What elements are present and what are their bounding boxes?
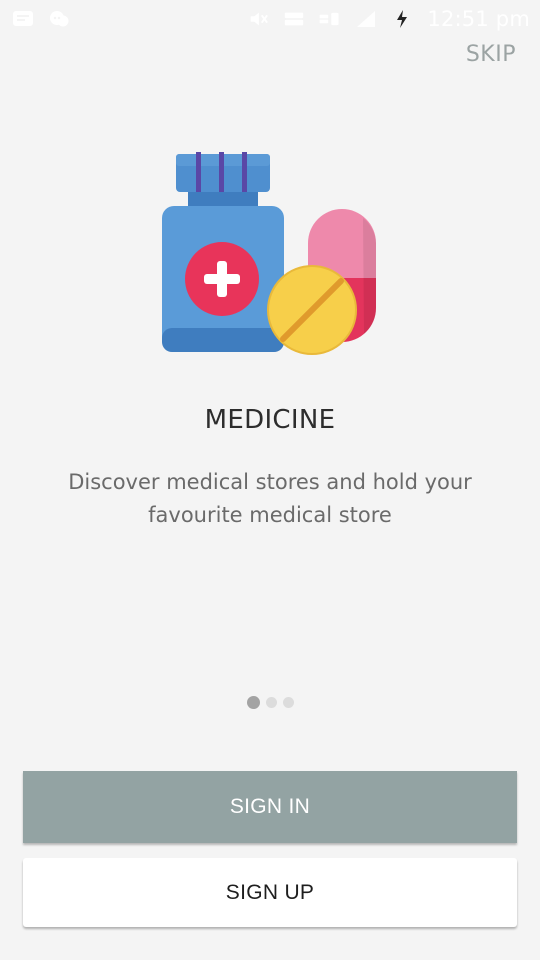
onboarding-screen: 12:51 pm SKIP MEDICINE Discover medical … [0, 0, 540, 960]
message-icon [12, 9, 34, 29]
skip-button[interactable]: SKIP [466, 42, 516, 67]
page-dot-2[interactable] [265, 697, 277, 708]
page-indicator [0, 696, 540, 709]
signal-icon [355, 9, 377, 29]
status-left [12, 9, 70, 29]
page-dot-1[interactable] [246, 696, 260, 709]
page-dot-3[interactable] [282, 697, 294, 708]
status-time: 12:51 pm [427, 7, 530, 31]
sign-in-button[interactable]: SIGN IN [23, 771, 517, 843]
slide-description: Discover medical stores and hold your fa… [68, 470, 472, 527]
charging-icon [391, 9, 413, 29]
status-right: 12:51 pm [247, 7, 530, 31]
sign-up-button[interactable]: SIGN UP [23, 858, 517, 927]
slide-title: MEDICINE [204, 405, 336, 435]
volte-icon [283, 9, 305, 29]
status-bar: 12:51 pm [0, 0, 540, 38]
medicine-bottle-and-pills-icon [158, 148, 386, 358]
chat-bubble-icon [48, 9, 70, 29]
mute-icon [247, 9, 269, 29]
lte-icon [319, 9, 341, 29]
